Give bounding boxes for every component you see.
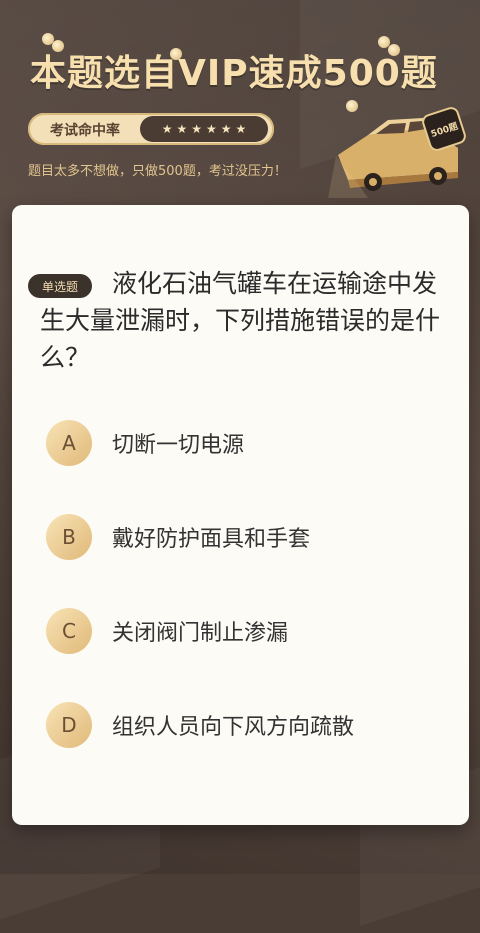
question-text: 液化石油气罐车在运输途中发生大量泄漏时，下列措施错误的是什么？ bbox=[40, 269, 441, 372]
star-icon: ★ bbox=[161, 122, 173, 136]
hit-rate-pill: 考试命中率 ★ ★ ★ ★ ★ ★ bbox=[28, 113, 274, 145]
option-text: 组织人员向下风方向疏散 bbox=[112, 715, 355, 740]
option-text: 切断一切电源 bbox=[112, 433, 245, 458]
hit-rate-label: 考试命中率 bbox=[50, 123, 120, 139]
option-letter: B bbox=[46, 514, 92, 560]
option-a[interactable]: A 切断一切电源 bbox=[46, 419, 436, 467]
option-letter: C bbox=[46, 608, 92, 654]
star-icon: ★ bbox=[176, 122, 188, 136]
banner-title: 本题选自VIP速成500题 bbox=[30, 53, 438, 94]
star-rating: ★ ★ ★ ★ ★ ★ bbox=[140, 116, 268, 142]
question-type-tag: 单选题 bbox=[28, 274, 92, 298]
option-text: 戴好防护面具和手套 bbox=[112, 527, 311, 552]
option-letter: D bbox=[46, 702, 92, 748]
star-icon: ★ bbox=[206, 122, 217, 136]
star-icon: ★ bbox=[220, 122, 232, 136]
star-icon: ★ bbox=[235, 122, 247, 136]
question-card: 液化石油气罐车在运输途中发生大量泄漏时，下列措施错误的是什么？ 单选题 A 切断… bbox=[12, 205, 469, 825]
option-c[interactable]: C 关闭阀门制止渗漏 bbox=[46, 607, 436, 655]
star-icon: ★ bbox=[191, 122, 202, 136]
option-d[interactable]: D 组织人员向下风方向疏散 bbox=[46, 701, 436, 749]
banner-subtitle: 题目太多不想做，只做500题，考过没压力！ bbox=[28, 164, 287, 179]
option-text: 关闭阀门制止渗漏 bbox=[112, 621, 289, 646]
vip-banner[interactable]: 本题选自VIP速成500题 考试命中率 ★ ★ ★ ★ ★ ★ 题目太多不想做，… bbox=[0, 0, 480, 205]
option-letter: A bbox=[46, 420, 92, 466]
option-b[interactable]: B 戴好防护面具和手套 bbox=[46, 513, 436, 561]
